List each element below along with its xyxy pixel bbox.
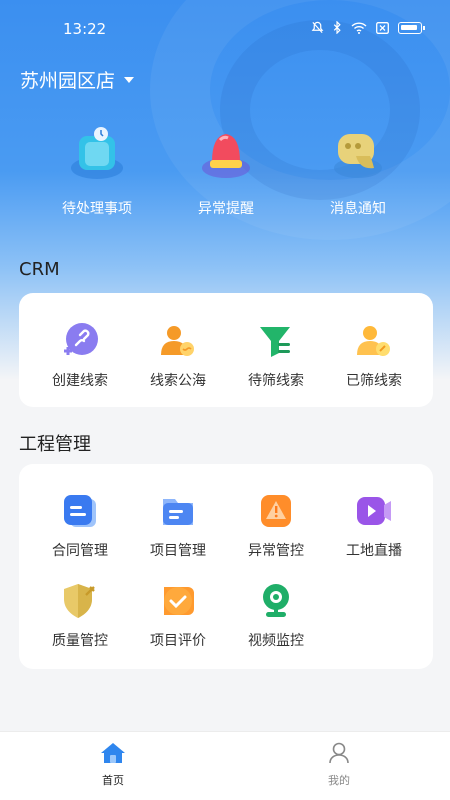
caret-down-icon <box>124 76 135 83</box>
bottom-tab-bar: 首页 我的 <box>0 731 450 800</box>
user-icon <box>329 742 349 764</box>
crm-card: 创建线索 线索公海 待筛线索 已筛线索 <box>19 293 433 407</box>
quality-shield-icon <box>60 581 100 621</box>
crm-item-pending[interactable]: 待筛线索 <box>226 321 326 390</box>
wifi-icon <box>351 21 367 34</box>
contract-icon <box>60 491 100 531</box>
eng-item-exception[interactable]: 异常管控 <box>226 491 326 560</box>
crm-item-create[interactable]: 创建线索 <box>30 321 130 390</box>
todo-clipboard-icon <box>65 122 129 186</box>
eng-label: 项目管理 <box>150 543 206 559</box>
crm-label: 创建线索 <box>52 373 108 389</box>
project-folder-icon <box>158 491 198 531</box>
tab-mine-label: 我的 <box>328 774 350 787</box>
camera-icon <box>256 581 296 621</box>
lead-pool-icon <box>158 321 198 361</box>
eng-item-project[interactable]: 项目管理 <box>128 491 228 560</box>
quick-item-todo[interactable]: 待处理事项 <box>37 122 157 218</box>
eng-item-camera[interactable]: 视频监控 <box>226 581 326 650</box>
store-selector[interactable]: 苏州园区店 <box>20 66 135 93</box>
crm-item-filtered[interactable]: 已筛线索 <box>324 321 424 390</box>
eng-item-evaluation[interactable]: 项目评价 <box>128 581 228 650</box>
alarm-siren-icon <box>194 122 258 186</box>
eng-label: 异常管控 <box>248 543 304 559</box>
crm-title: CRM <box>19 259 60 280</box>
battery-icon <box>398 21 425 34</box>
pending-filter-icon <box>256 321 296 361</box>
filtered-lead-icon <box>354 321 394 361</box>
eng-item-contract[interactable]: 合同管理 <box>30 491 130 560</box>
crm-label: 已筛线索 <box>346 373 402 389</box>
tab-home[interactable]: 首页 <box>73 742 153 788</box>
crm-label: 线索公海 <box>150 373 206 389</box>
eng-item-live[interactable]: 工地直播 <box>324 491 424 560</box>
quick-label: 待处理事项 <box>62 201 132 217</box>
bluetooth-icon <box>333 21 341 34</box>
status-time: 13:22 <box>63 20 107 38</box>
engineering-title: 工程管理 <box>19 434 91 455</box>
live-video-icon <box>354 491 394 531</box>
quick-item-alert[interactable]: 异常提醒 <box>166 122 286 218</box>
crm-item-pool[interactable]: 线索公海 <box>128 321 228 390</box>
create-lead-icon <box>60 321 100 361</box>
tab-mine[interactable]: 我的 <box>299 742 379 788</box>
home-icon <box>101 743 125 763</box>
evaluation-check-icon <box>158 581 198 621</box>
eng-label: 合同管理 <box>52 543 108 559</box>
eng-label: 质量管控 <box>52 633 108 649</box>
quick-label: 消息通知 <box>330 201 386 217</box>
store-name: 苏州园区店 <box>20 70 116 92</box>
no-sim-icon <box>376 21 389 34</box>
message-bubble-icon <box>326 122 390 186</box>
eng-label: 工地直播 <box>346 543 402 559</box>
tab-home-label: 首页 <box>102 774 124 787</box>
quick-actions: 待处理事项 异常提醒 消息通知 <box>0 122 450 222</box>
warning-icon <box>256 491 296 531</box>
status-bar: 13:22 <box>0 0 450 60</box>
quick-label: 异常提醒 <box>198 201 254 217</box>
eng-item-quality[interactable]: 质量管控 <box>30 581 130 650</box>
eng-label: 视频监控 <box>248 633 304 649</box>
quick-item-message[interactable]: 消息通知 <box>298 122 418 218</box>
engineering-card: 合同管理 项目管理 异常管控 工地直播 质量管控 项目评价 视频监控 <box>19 464 433 669</box>
crm-label: 待筛线索 <box>248 373 304 389</box>
eng-label: 项目评价 <box>150 633 206 649</box>
mute-bell-icon <box>311 21 324 34</box>
